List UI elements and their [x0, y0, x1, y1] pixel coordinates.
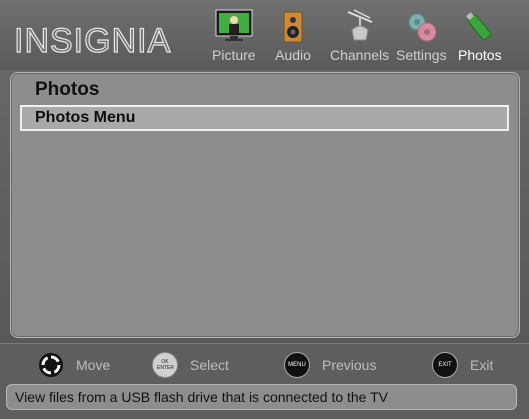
hint-exit: EXIT Exit — [432, 352, 493, 378]
hint-select: OK ENTER Select — [152, 352, 229, 378]
tab-label: Audio — [275, 47, 311, 63]
audio-icon — [272, 8, 314, 44]
tab-label: Photos — [458, 47, 502, 63]
panel-title: Photos — [35, 79, 100, 100]
channels-icon — [339, 8, 381, 44]
photos-panel: Photos Photos Menu — [10, 72, 520, 338]
status-bar: View files from a USB flash drive that i… — [6, 384, 517, 410]
settings-icon — [400, 8, 442, 44]
tab-audio[interactable]: Audio — [272, 8, 314, 68]
ok-enter-button-icon: OK ENTER — [152, 352, 178, 378]
tab-channels[interactable]: Channels — [330, 8, 389, 68]
hint-label: Move — [76, 357, 111, 373]
hint-previous: MENU Previous — [284, 352, 376, 378]
hint-label: Select — [190, 357, 229, 373]
status-text: View files from a USB flash drive that i… — [15, 389, 388, 405]
exit-button-icon: EXIT — [432, 352, 458, 378]
button-text: MENU — [288, 362, 306, 368]
tab-label: Settings — [396, 47, 447, 63]
menu-button-icon: MENU — [284, 352, 310, 378]
hint-label: Exit — [470, 357, 494, 373]
menu-item-photos-menu[interactable]: Photos Menu — [20, 105, 509, 131]
menu-item-label: Photos Menu — [35, 109, 136, 126]
tab-label: Channels — [330, 47, 390, 63]
hint-label: Previous — [322, 357, 377, 373]
picture-icon — [213, 8, 255, 44]
photos-icon — [459, 8, 501, 44]
tab-settings[interactable]: Settings — [396, 8, 447, 68]
menu-header: INSIGNIA Picture Audio Channels Settings… — [0, 0, 529, 70]
hint-move: Move — [38, 352, 110, 378]
insignia-logo: INSIGNIA — [13, 21, 172, 60]
help-footer: Move OK ENTER Select MENU Previous EXIT … — [0, 343, 529, 419]
tab-picture[interactable]: Picture — [212, 8, 256, 68]
tv-menu-screen: INSIGNIA Picture Audio Channels Settings… — [0, 0, 529, 419]
button-text: OK ENTER — [157, 359, 174, 371]
button-text: EXIT — [438, 362, 452, 368]
move-dpad-icon — [38, 352, 64, 378]
tab-photos[interactable]: Photos — [458, 8, 502, 68]
tab-label: Picture — [212, 47, 256, 63]
